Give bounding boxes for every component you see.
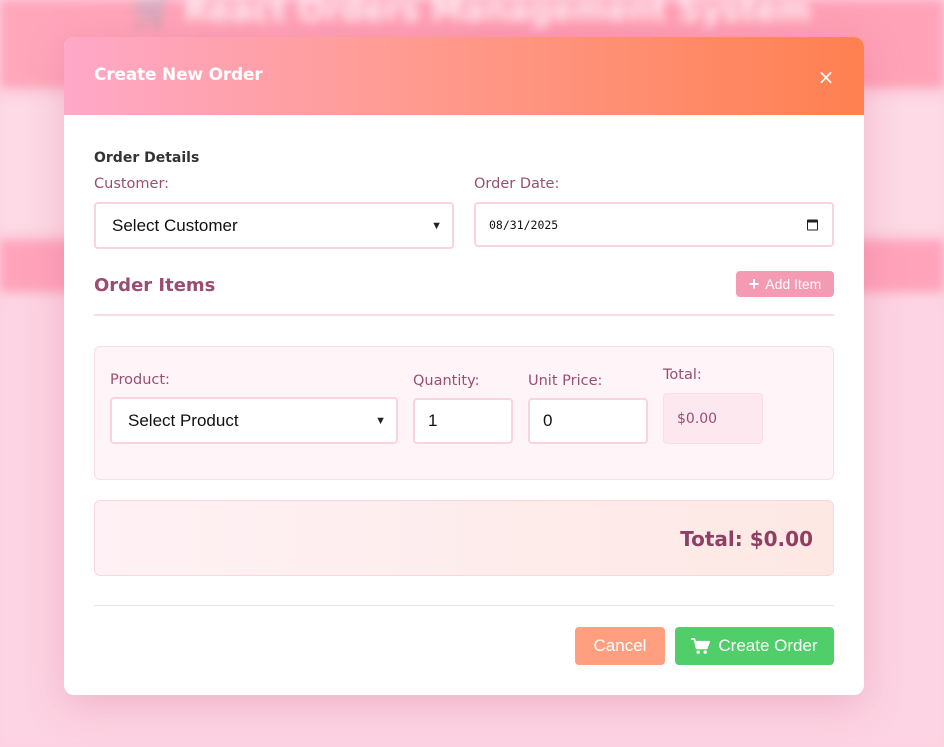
unit-price-value: 0 (543, 411, 553, 430)
quantity-label: Quantity: (413, 373, 480, 389)
close-icon[interactable]: × (816, 67, 836, 87)
product-label: Product: (110, 372, 170, 388)
footer-divider (94, 605, 834, 606)
modal-title: Create New Order (94, 65, 263, 85)
item-total-label: Total: (663, 367, 702, 383)
item-total-value: $0.00 (663, 393, 763, 444)
chevron-down-icon: ▼ (431, 219, 442, 232)
cancel-button[interactable]: Cancel (575, 627, 665, 665)
order-items-title: Order Items (94, 275, 216, 296)
order-item-row: Product: Select Product ▼ Quantity: 1 Un… (94, 346, 834, 480)
create-order-label: Create Order (718, 636, 818, 655)
order-date-label: Order Date: (474, 176, 560, 192)
order-date-value: 08/31/2025 (489, 217, 559, 232)
order-date-input[interactable]: 08/31/2025 (474, 202, 834, 247)
items-divider (94, 314, 834, 316)
chevron-down-icon: ▼ (375, 414, 386, 427)
grand-total: Total: $0.00 (680, 527, 813, 551)
create-order-modal: Create New Order × Order Details Custome… (64, 37, 864, 695)
create-order-button[interactable]: Create Order (675, 627, 834, 665)
quantity-input[interactable]: 1 (413, 398, 513, 444)
quantity-value: 1 (428, 411, 438, 430)
add-item-button[interactable]: + Add Item (736, 271, 834, 297)
unit-price-label: Unit Price: (528, 373, 603, 389)
order-details-title: Order Details (94, 150, 200, 166)
cart-icon (691, 638, 711, 654)
product-select-value: Select Product (128, 410, 239, 430)
customer-label: Customer: (94, 176, 170, 192)
customer-select[interactable]: Select Customer ▼ (94, 202, 454, 249)
unit-price-input[interactable]: 0 (528, 398, 648, 444)
grand-total-panel: Total: $0.00 (94, 500, 834, 576)
calendar-icon[interactable] (807, 219, 818, 230)
cancel-label: Cancel (593, 636, 647, 655)
customer-select-value: Select Customer (112, 215, 238, 235)
product-select[interactable]: Select Product ▼ (110, 397, 398, 444)
plus-icon: + (748, 274, 760, 294)
add-item-label: Add Item (765, 276, 822, 292)
modal-header: Create New Order × (64, 37, 864, 115)
